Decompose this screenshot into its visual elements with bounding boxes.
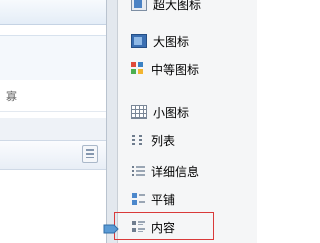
selection-highlight-box [114, 212, 214, 240]
view-options-button[interactable] [82, 145, 98, 163]
menu-item-list[interactable]: 列表 [131, 129, 257, 151]
menu-item-details[interactable]: 详细信息 [131, 160, 257, 182]
menu-separator [117, 0, 118, 243]
menu-item-label: 中等图标 [151, 62, 200, 77]
background-row [0, 118, 106, 141]
tiles-icon [131, 192, 145, 206]
menu-item-medium-icons[interactable]: 中等图标 [131, 58, 257, 80]
details-icon [131, 164, 145, 178]
menu-item-label: 列表 [151, 133, 176, 148]
menu-item-large-icons[interactable]: 大图标 [131, 30, 257, 52]
small-icons-icon [131, 105, 147, 119]
view-mode-menu: 超大图标 大图标 中等图标 小图标 列表 详细信息 平铺 内容 [106, 0, 257, 243]
large-icons-icon [131, 34, 147, 48]
extra-large-icons-icon [131, 0, 147, 11]
slider-pointer-icon[interactable] [103, 224, 119, 234]
menu-item-small-icons[interactable]: 小图标 [131, 101, 257, 123]
list-icon [131, 133, 145, 147]
background-toolbar [0, 0, 106, 25]
menu-gutter [107, 0, 117, 243]
background-explorer-window: 寡 [0, 0, 106, 243]
menu-item-tiles[interactable]: 平铺 [131, 188, 257, 210]
menu-item-label: 大图标 [153, 34, 190, 49]
menu-item-label: 小图标 [153, 105, 190, 120]
medium-icons-icon [131, 62, 145, 76]
menu-item-label: 平铺 [151, 192, 176, 207]
background-address-area [0, 35, 106, 82]
menu-item-label: 详细信息 [151, 164, 200, 179]
menu-item-extra-large-icons[interactable]: 超大图标 [131, 0, 257, 15]
background-clipped-text: 寡 [6, 90, 17, 103]
menu-item-label: 超大图标 [153, 0, 202, 12]
